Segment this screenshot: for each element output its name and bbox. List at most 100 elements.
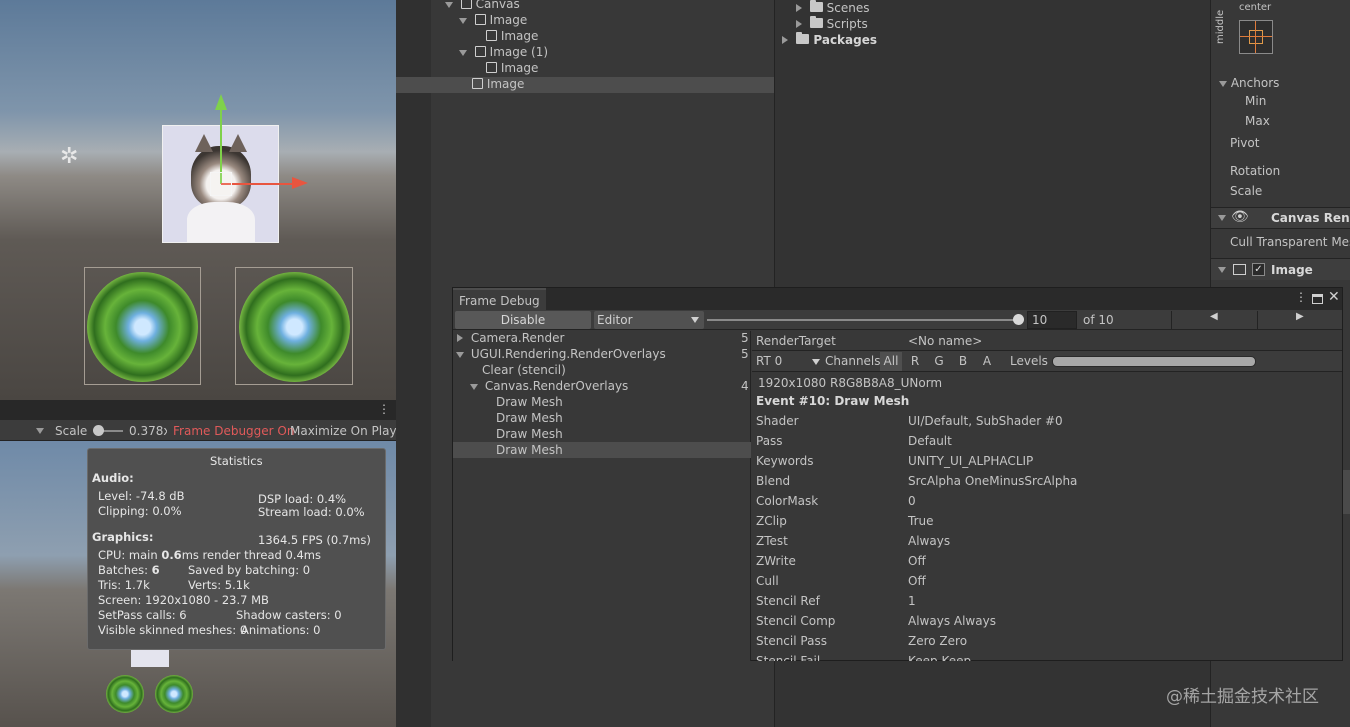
rt-dropdown[interactable]: RT 0 (756, 354, 820, 368)
event-count: 5 (741, 347, 749, 361)
batches-value: 6 (151, 563, 160, 577)
hierarchy-item-image-child[interactable]: Image (486, 29, 538, 43)
expand-arrow-icon[interactable] (470, 384, 478, 390)
tree-image-right-frame[interactable] (235, 267, 353, 385)
expand-arrow-icon[interactable] (459, 18, 467, 24)
event-row-draw-mesh[interactable]: Draw Mesh (496, 411, 563, 425)
expand-arrow-icon[interactable] (1218, 215, 1226, 221)
disable-button[interactable]: Disable (455, 311, 591, 329)
property-name: ZClip (756, 514, 787, 528)
expand-arrow-icon[interactable] (796, 20, 802, 28)
hierarchy-gutter (396, 0, 431, 727)
expand-arrow-icon[interactable] (796, 4, 802, 12)
event-row-draw-mesh[interactable]: Draw Mesh (496, 427, 563, 441)
anchors-foldout[interactable]: Anchors (1219, 76, 1279, 90)
event-slider-track[interactable] (707, 319, 1017, 321)
channel-r-button[interactable]: R (904, 352, 926, 371)
event-label: Canvas.RenderOverlays (484, 379, 629, 393)
project-item-scenes[interactable]: Scenes (796, 0, 870, 15)
event-row-draw-mesh[interactable]: Draw Mesh (496, 395, 563, 409)
target-dropdown[interactable]: Editor (594, 311, 704, 329)
cpu-stats: CPU: main 0.6ms render thread 0.4ms (98, 548, 321, 562)
hidden-panel-fragment (1343, 470, 1350, 514)
channel-a-button[interactable]: A (976, 352, 998, 371)
target-dropdown-value: Editor (597, 313, 633, 327)
image-component-label: Image (1271, 263, 1313, 277)
image-component-icon (1233, 264, 1246, 275)
event-row-clear-stencil[interactable]: Clear (stencil) (482, 363, 566, 377)
hierarchy-item-label: Image (1) (489, 45, 549, 59)
expand-arrow-icon[interactable] (1219, 81, 1227, 87)
next-event-button[interactable]: ▶ (1257, 311, 1341, 329)
dsp-load: DSP load: 0.4% (258, 492, 347, 506)
property-value: Default (908, 434, 952, 448)
expand-arrow-icon[interactable] (456, 352, 464, 358)
hierarchy-item-image[interactable]: Image (459, 13, 527, 27)
frame-debug-tab[interactable]: Frame Debug (453, 288, 546, 310)
hierarchy-item-image-1-child[interactable]: Image (486, 61, 538, 75)
levels-range-slider[interactable] (1052, 356, 1256, 367)
more-options-icon[interactable]: ⋮ (1295, 290, 1307, 304)
batches-prefix: Batches: (98, 563, 148, 577)
folder-icon (809, 16, 823, 28)
audio-clipping: Clipping: 0.0% (98, 504, 182, 518)
enable-checkbox[interactable]: ✓ (1252, 263, 1265, 276)
event-row-ugui-render-overlays[interactable]: UGUI.Rendering.RenderOverlays (456, 347, 666, 361)
display-dropdown-arrow[interactable] (36, 428, 44, 434)
anchor-preset-button[interactable] (1239, 20, 1273, 54)
canvas-renderer-header[interactable]: 👁 Canvas Rende (1211, 207, 1350, 229)
project-item-packages[interactable]: Packages (782, 32, 877, 47)
maximize-on-play-toggle[interactable]: Maximize On Play (290, 424, 397, 438)
move-gizmo-y-arrow[interactable] (215, 94, 227, 110)
expand-arrow-icon[interactable] (457, 334, 463, 342)
expand-arrow-icon[interactable] (459, 50, 467, 56)
frame-debugger-on-toggle[interactable]: Frame Debugger On (173, 424, 294, 438)
image-component-header[interactable]: ✓ Image (1211, 258, 1350, 280)
scene-view[interactable]: ✲ (0, 0, 396, 400)
rt-dropdown-value: RT 0 (756, 354, 783, 368)
move-gizmo-x-arrow[interactable] (292, 177, 308, 189)
event-row-canvas-render-overlays[interactable]: Canvas.RenderOverlays (470, 379, 628, 393)
cull-transparent-mesh-label: Cull Transparent Mes (1230, 235, 1350, 249)
channel-b-button[interactable]: B (952, 352, 974, 371)
graphics-header: Graphics: (92, 530, 154, 544)
hierarchy-item-label: Image (486, 77, 525, 91)
hierarchy-item-image-selected[interactable]: Image (472, 77, 524, 91)
event-title: Event #10: Draw Mesh (756, 394, 910, 408)
chevron-right-icon: ▶ (1296, 311, 1304, 322)
frame-debug-window: Frame Debug ⋮ ✕ Disable Editor 10 of 10 … (452, 287, 1343, 661)
rotation-label: Rotation (1230, 164, 1281, 178)
property-name: Cull (756, 574, 779, 588)
hierarchy-item-image-1[interactable]: Image (1) (459, 45, 548, 59)
project-item-scripts[interactable]: Scripts (796, 16, 868, 31)
event-row-draw-mesh-selected[interactable]: Draw Mesh (496, 443, 563, 457)
anchor-preset-icon (1249, 30, 1263, 44)
more-options-icon[interactable]: ⋮ (378, 402, 390, 416)
hierarchy-item-canvas[interactable]: Canvas (445, 0, 520, 11)
property-value: 1 (908, 594, 916, 608)
event-row-camera-render[interactable]: Camera.Render (457, 331, 564, 345)
maximize-icon[interactable] (1312, 294, 1323, 304)
setpass-calls: SetPass calls: 6 (98, 608, 187, 622)
move-gizmo-center[interactable] (210, 172, 232, 196)
property-value: Off (908, 554, 926, 568)
gameobject-icon (472, 78, 483, 89)
property-name: ZWrite (756, 554, 796, 568)
expand-arrow-icon[interactable] (782, 36, 788, 44)
event-index-field[interactable]: 10 (1027, 311, 1077, 329)
property-name: Stencil Fail (756, 654, 821, 661)
gameobject-icon (486, 62, 497, 73)
property-name: Stencil Ref (756, 594, 820, 608)
expand-arrow-icon[interactable] (1218, 267, 1226, 273)
channel-all-button[interactable]: All (880, 352, 902, 371)
scale-label: Scale (55, 424, 88, 438)
cpu-prefix: CPU: main (98, 548, 158, 562)
event-slider-handle[interactable] (1013, 314, 1024, 325)
chevron-down-icon (812, 359, 820, 365)
close-icon[interactable]: ✕ (1328, 289, 1340, 305)
tree-image-left-frame[interactable] (84, 267, 201, 385)
scale-slider-handle[interactable] (93, 425, 104, 436)
previous-event-button[interactable]: ◀ (1171, 311, 1255, 329)
channel-g-button[interactable]: G (928, 352, 950, 371)
expand-arrow-icon[interactable] (445, 2, 453, 8)
